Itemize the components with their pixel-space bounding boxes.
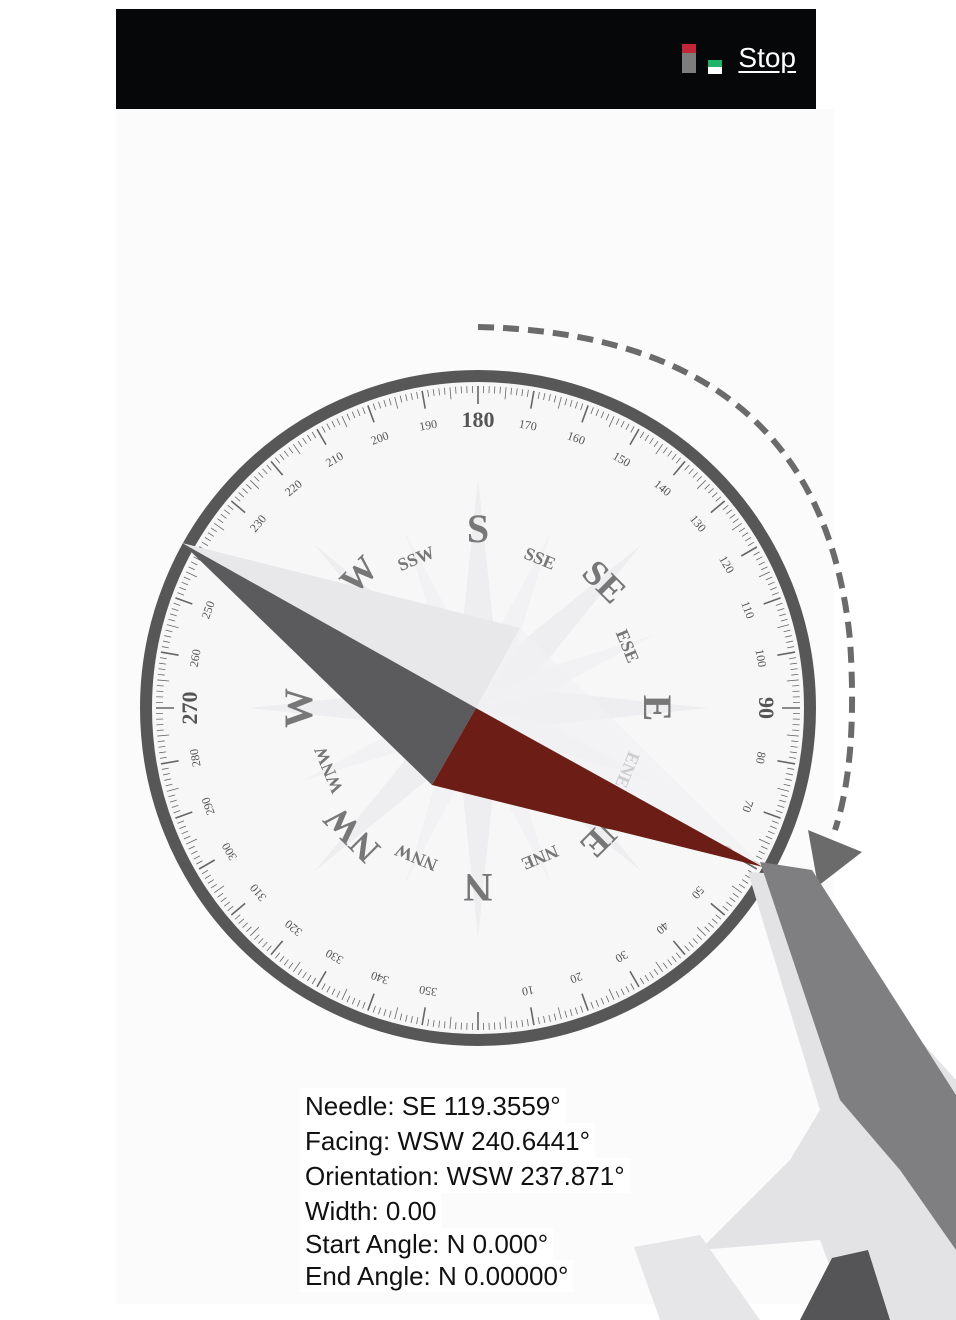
needle-readout: Needle: SE 119.3559° bbox=[300, 1088, 566, 1123]
facing-readout: Facing: WSW 240.6441° bbox=[300, 1123, 595, 1158]
orientation-readout: Orientation: WSW 237.871° bbox=[300, 1158, 630, 1193]
readout-panel: Needle: SE 119.3559° Facing: WSW 240.644… bbox=[300, 1088, 630, 1292]
top-toolbar: Stop bbox=[116, 9, 816, 109]
point-label: W bbox=[276, 688, 321, 728]
point-label: N bbox=[463, 865, 492, 910]
point-label: S bbox=[467, 506, 489, 551]
width-readout: Width: 0.00 bbox=[300, 1193, 442, 1228]
end-angle-readout: End Angle: N 0.00000° bbox=[300, 1260, 574, 1292]
degree-label: 80 bbox=[753, 751, 769, 765]
degree-label: 10 bbox=[521, 983, 535, 999]
start-angle-readout: Start Angle: N 0.000° bbox=[300, 1228, 554, 1260]
degree-label: 270 bbox=[177, 692, 202, 725]
signal-status-icon bbox=[682, 44, 722, 74]
stop-button[interactable]: Stop bbox=[738, 42, 796, 74]
degree-label: 180 bbox=[462, 407, 495, 432]
point-label: E bbox=[635, 695, 680, 722]
degree-label: 90 bbox=[754, 697, 779, 719]
